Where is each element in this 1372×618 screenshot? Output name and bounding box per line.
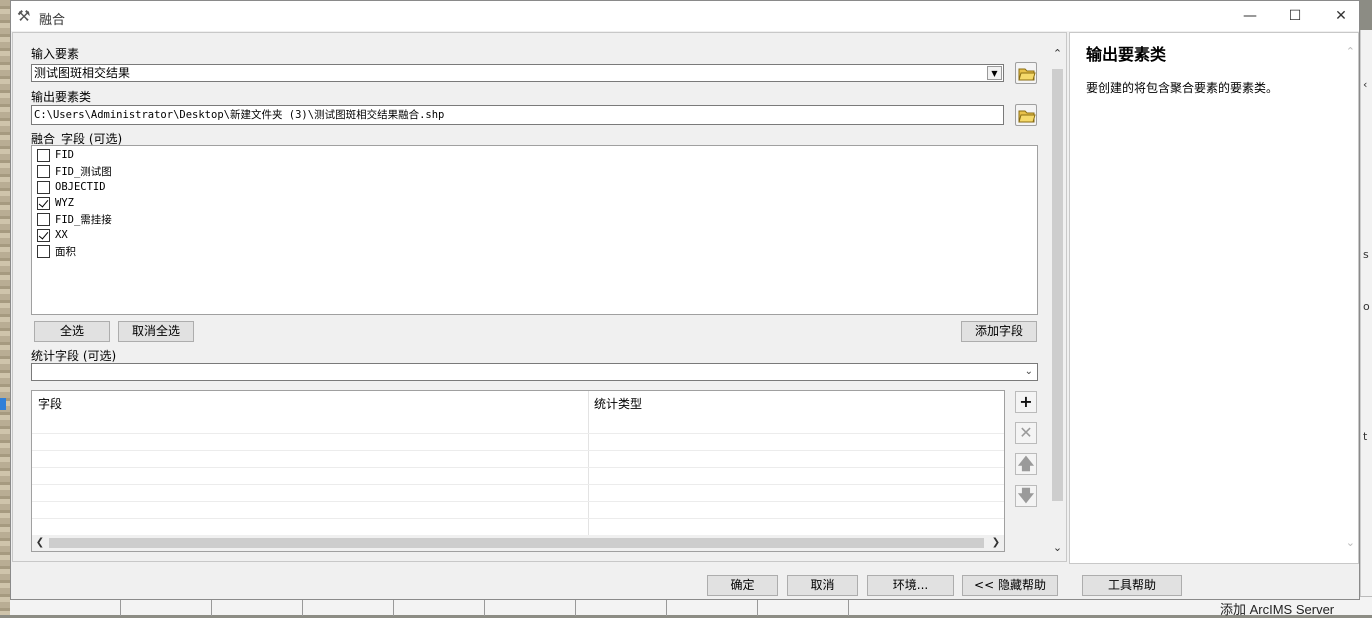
statistics-fields-combo[interactable]: ⌄ bbox=[31, 363, 1038, 381]
input-features-combo[interactable]: 测试图斑相交结果 ▼ bbox=[31, 64, 1004, 82]
desktop-background-right: ‹ s o t bbox=[1360, 30, 1372, 615]
help-panel: 输出要素类 要创建的将包含聚合要素的要素类。 ⌃ ⌄ bbox=[1069, 32, 1359, 564]
field-item-fid-test[interactable]: FID_测试图 bbox=[37, 163, 112, 179]
scroll-down-icon[interactable]: ⌄ bbox=[1049, 541, 1066, 557]
unselect-all-button[interactable]: 取消全选 bbox=[118, 321, 194, 342]
field-item-fid[interactable]: FID bbox=[37, 147, 74, 163]
select-all-button[interactable]: 全选 bbox=[34, 321, 110, 342]
delete-row-button[interactable]: ✕ bbox=[1015, 422, 1037, 444]
field-item-fid-join[interactable]: FID_需挂接 bbox=[37, 211, 112, 227]
scroll-up-icon[interactable]: ⌃ bbox=[1346, 45, 1355, 58]
dissolve-dialog: ⚒ 融合 — ☐ ✕ 输入要素 测试图斑相交结果 ▼ 输出要素类 C:\User… bbox=[10, 0, 1360, 600]
statistics-table: 字段 统计类型 ❮ ❯ bbox=[31, 390, 1005, 552]
hide-help-button[interactable]: << 隐藏帮助 bbox=[962, 575, 1058, 596]
browse-output-button[interactable] bbox=[1015, 104, 1037, 126]
column-header-field: 字段 bbox=[38, 397, 63, 411]
scroll-thumb[interactable] bbox=[49, 538, 984, 548]
checkbox[interactable] bbox=[37, 180, 50, 194]
window-title: 融合 bbox=[39, 13, 66, 28]
output-feature-class-input[interactable]: C:\Users\Administrator\Desktop\新建文件夹 (3)… bbox=[31, 105, 1004, 125]
field-item-xx[interactable]: XX bbox=[37, 227, 68, 243]
output-feature-class-label: 输出要素类 bbox=[31, 90, 92, 104]
parameters-pane: 输入要素 测试图斑相交结果 ▼ 输出要素类 C:\Users\Administr… bbox=[12, 32, 1067, 562]
scroll-down-icon[interactable]: ⌄ bbox=[1346, 536, 1355, 549]
tool-help-button[interactable]: 工具帮助 bbox=[1082, 575, 1182, 596]
checkbox-checked[interactable] bbox=[37, 196, 50, 210]
open-folder-icon bbox=[1018, 110, 1036, 123]
move-down-button[interactable]: 🡇 bbox=[1015, 485, 1037, 507]
background-taskbar-text: 添加 ArcIMS Server bbox=[1220, 602, 1335, 617]
minimize-button[interactable]: — bbox=[1227, 1, 1273, 31]
checkbox[interactable] bbox=[37, 148, 50, 162]
environments-button[interactable]: 环境... bbox=[867, 575, 954, 596]
column-header-statistic-type: 统计类型 bbox=[594, 397, 643, 411]
ok-button[interactable]: 确定 bbox=[707, 575, 778, 596]
open-folder-icon bbox=[1018, 68, 1036, 81]
statistics-fields-label: 统计字段 (可选) bbox=[31, 349, 117, 363]
checkbox[interactable] bbox=[37, 164, 50, 178]
checkbox[interactable] bbox=[37, 212, 50, 226]
browse-input-button[interactable] bbox=[1015, 62, 1037, 84]
add-field-button[interactable]: 添加字段 bbox=[961, 321, 1037, 342]
field-item-objectid[interactable]: OBJECTID bbox=[37, 179, 106, 195]
title-bar: ⚒ 融合 — ☐ ✕ bbox=[11, 1, 1359, 31]
add-row-button[interactable]: + bbox=[1015, 391, 1037, 413]
scroll-up-icon[interactable]: ⌃ bbox=[1049, 47, 1066, 63]
close-button[interactable]: ✕ bbox=[1318, 1, 1364, 31]
input-features-value: 测试图斑相交结果 bbox=[34, 66, 131, 80]
chevron-down-icon[interactable]: ⌄ bbox=[1025, 364, 1033, 380]
x-icon: ✕ bbox=[1019, 423, 1033, 442]
maximize-button[interactable]: ☐ bbox=[1272, 1, 1318, 31]
arrow-up-icon: 🡅 bbox=[1017, 454, 1035, 473]
scroll-thumb[interactable] bbox=[1052, 69, 1063, 501]
desktop-background-left bbox=[0, 0, 10, 615]
scroll-right-icon[interactable]: ❯ bbox=[988, 535, 1004, 551]
horizontal-scrollbar[interactable]: ❮ ❯ bbox=[32, 535, 1004, 551]
checkbox-checked[interactable] bbox=[37, 228, 50, 242]
hammer-icon: ⚒ bbox=[17, 7, 31, 25]
move-up-button[interactable]: 🡅 bbox=[1015, 453, 1037, 475]
vertical-scrollbar[interactable]: ⌃ ⌄ bbox=[1049, 47, 1066, 557]
arrow-down-icon: 🡇 bbox=[1017, 486, 1035, 505]
dropdown-arrow-icon[interactable]: ▼ bbox=[987, 66, 1002, 80]
field-item-wyz[interactable]: WYZ bbox=[37, 195, 74, 211]
field-item-area[interactable]: 面积 bbox=[37, 243, 76, 259]
input-features-label: 输入要素 bbox=[31, 47, 80, 61]
help-title: 输出要素类 bbox=[1086, 45, 1167, 64]
help-description: 要创建的将包含聚合要素的要素类。 bbox=[1086, 81, 1279, 95]
cancel-button[interactable]: 取消 bbox=[787, 575, 858, 596]
dissolve-fields-list: FID FID_测试图 OBJECTID WYZ FID_需挂接 XX 面积 bbox=[31, 145, 1038, 315]
checkbox[interactable] bbox=[37, 244, 50, 258]
scroll-left-icon[interactable]: ❮ bbox=[32, 535, 48, 551]
plus-icon: + bbox=[1019, 392, 1033, 411]
